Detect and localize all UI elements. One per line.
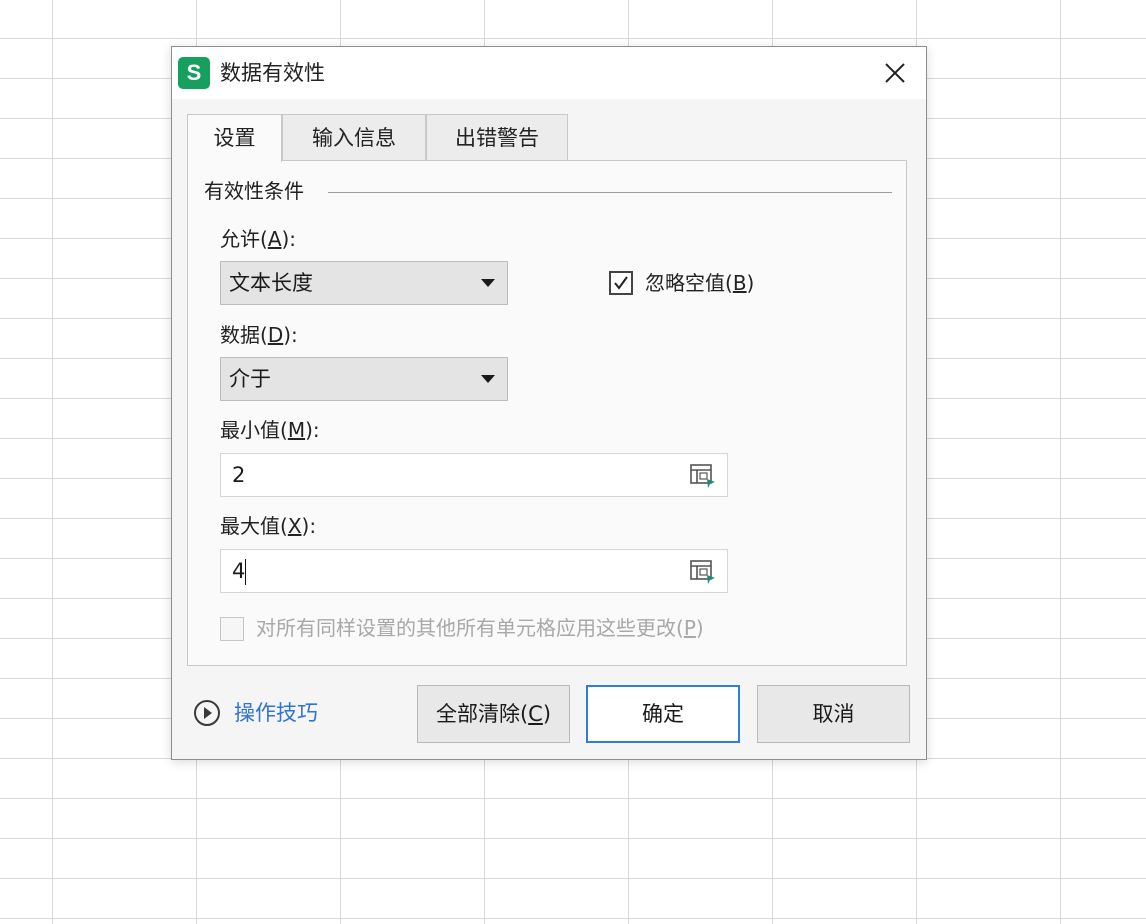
dropdown-arrow-icon xyxy=(481,375,495,383)
tab-error-alert[interactable]: 出错警告 xyxy=(426,114,568,160)
allow-select[interactable]: 文本长度 xyxy=(220,261,508,305)
maximum-value: 4 xyxy=(232,559,246,583)
group-title: 有效性条件 xyxy=(204,177,310,205)
tab-settings[interactable]: 设置 xyxy=(187,114,282,162)
dialog-title: 数据有效性 xyxy=(220,61,325,85)
minimum-value: 2 xyxy=(232,463,246,487)
checkmark-icon xyxy=(614,276,628,290)
close-button[interactable] xyxy=(878,56,912,90)
tab-input-message[interactable]: 输入信息 xyxy=(282,114,426,160)
cell-reference-icon[interactable] xyxy=(689,559,717,585)
close-icon xyxy=(885,63,905,83)
allow-label: 允许(A): xyxy=(220,227,297,251)
cell-reference-icon[interactable] xyxy=(689,463,717,489)
dropdown-arrow-icon xyxy=(481,279,495,287)
allow-value: 文本长度 xyxy=(229,271,313,295)
data-validation-dialog: S 数据有效性 设置 输入信息 出错警告 有效性条件 允许(A): 文本长度 忽… xyxy=(171,46,927,760)
data-label: 数据(D): xyxy=(220,323,298,347)
data-select[interactable]: 介于 xyxy=(220,357,508,401)
spreadsheet-app-icon: S xyxy=(178,57,210,89)
data-value: 介于 xyxy=(229,367,271,391)
maximum-input[interactable]: 4 xyxy=(220,549,728,593)
clear-all-button[interactable]: 全部清除(C) xyxy=(417,685,570,743)
title-bar: S 数据有效性 xyxy=(172,47,926,99)
text-cursor xyxy=(245,559,246,585)
ok-button[interactable]: 确定 xyxy=(586,685,740,743)
maximum-label: 最大值(X): xyxy=(220,514,317,538)
ignore-blank-checkbox[interactable] xyxy=(609,271,633,295)
play-circle-icon xyxy=(194,700,220,726)
tips-label: 操作技巧 xyxy=(234,701,318,725)
settings-panel: 有效性条件 允许(A): 文本长度 忽略空值(B) 数据(D): 介于 最小值(… xyxy=(187,160,907,666)
apply-to-all-checkbox[interactable] xyxy=(220,617,244,641)
minimum-input[interactable]: 2 xyxy=(220,453,728,497)
ignore-blank-label[interactable]: 忽略空值(B) xyxy=(645,269,754,297)
minimum-label: 最小值(M): xyxy=(220,418,320,442)
group-divider xyxy=(328,192,892,193)
cancel-button[interactable]: 取消 xyxy=(757,685,910,743)
apply-to-all-label: 对所有同样设置的其他所有单元格应用这些更改(P) xyxy=(256,616,704,640)
